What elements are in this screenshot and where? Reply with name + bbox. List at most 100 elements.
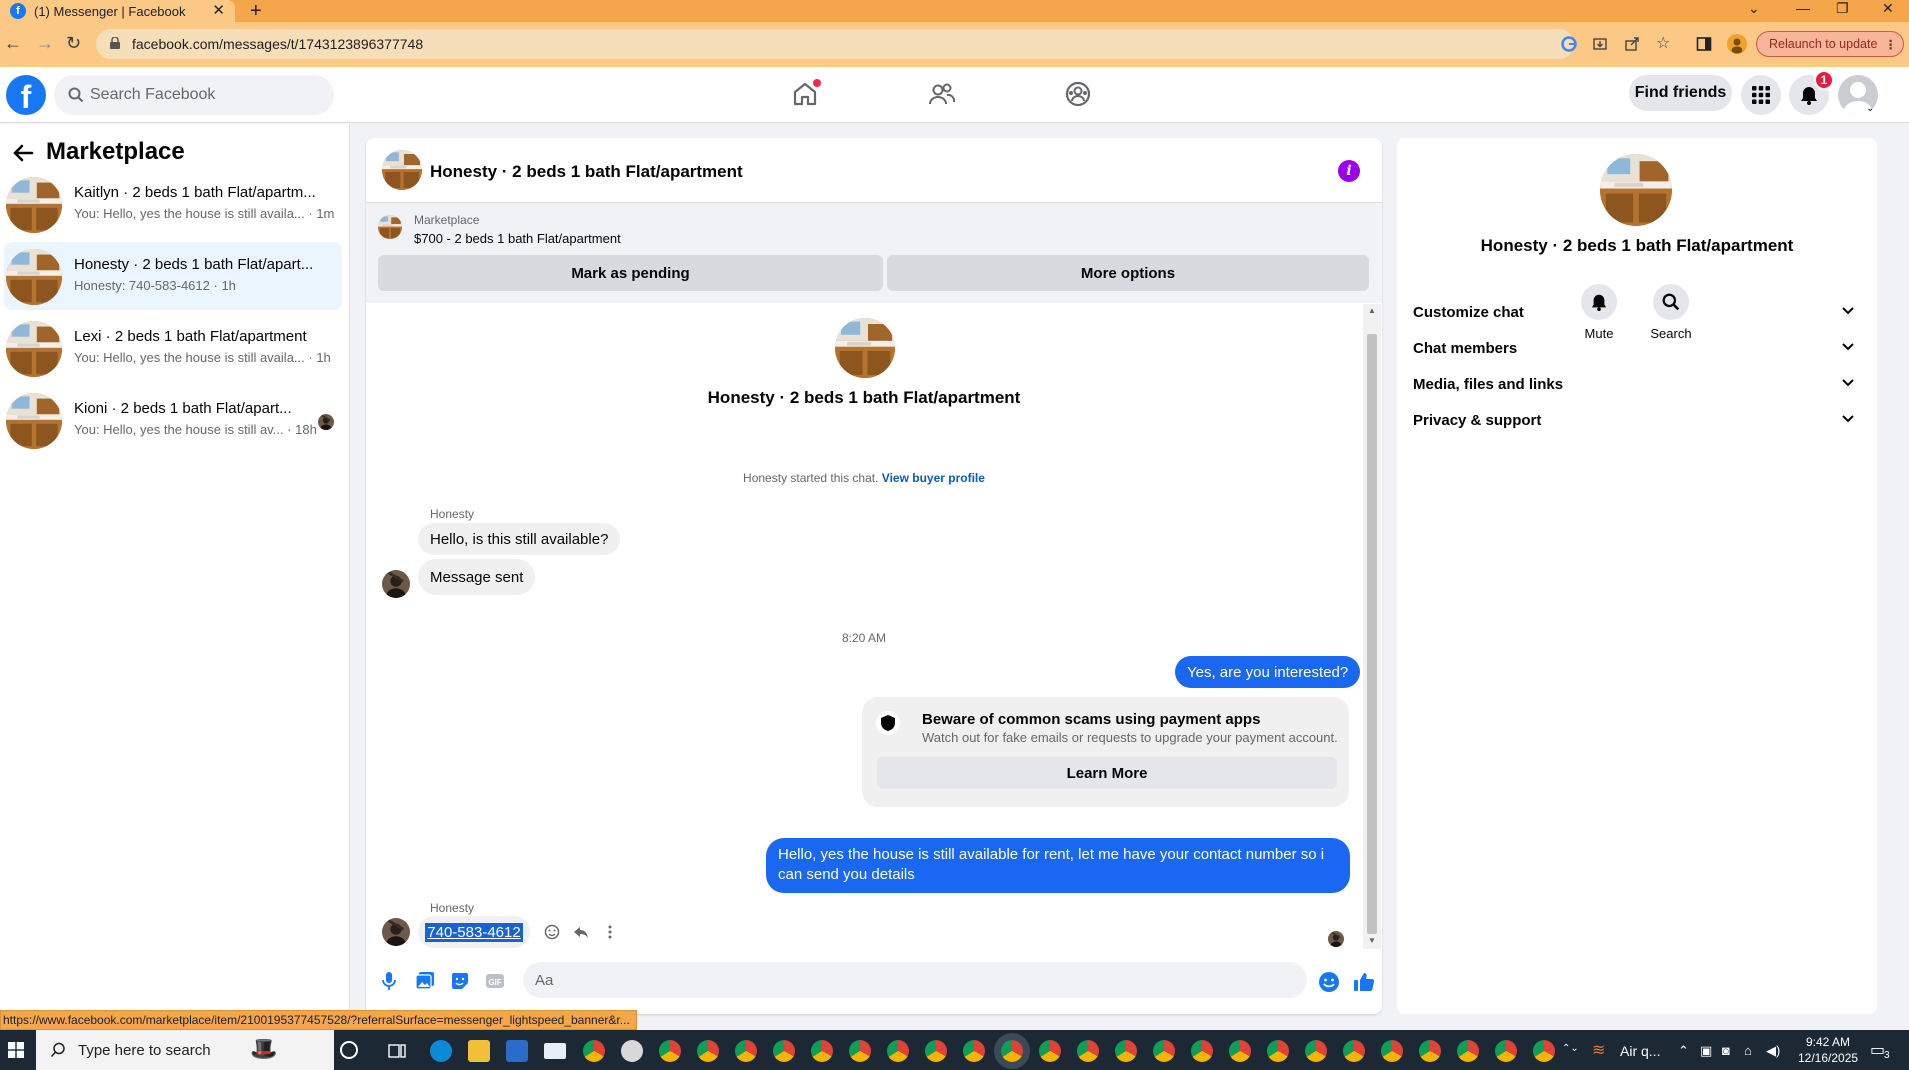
chrome-icon[interactable] — [963, 1040, 985, 1062]
chrome-icon[interactable] — [1419, 1040, 1441, 1062]
chrome-icon[interactable] — [1533, 1040, 1555, 1062]
cortana-icon[interactable] — [340, 1041, 358, 1059]
security-icon[interactable]: ◙ — [1722, 1043, 1730, 1058]
scrollbar-thumb[interactable] — [1367, 334, 1377, 934]
conversation-item[interactable]: Honesty · 2 beds 1 bath Flat/apart... Ho… — [4, 242, 342, 310]
chat-members-item[interactable]: Chat members — [1413, 330, 1863, 366]
bookmark-star-icon[interactable]: ☆ — [1656, 33, 1672, 52]
chrome-icon[interactable] — [1381, 1040, 1403, 1062]
outgoing-message[interactable]: Yes, are you interested? — [1175, 656, 1361, 688]
avatar[interactable] — [382, 570, 410, 598]
restore-icon[interactable]: ❐ — [1836, 0, 1849, 17]
outgoing-message[interactable]: Hello, yes the house is still available … — [766, 838, 1350, 893]
emoji-icon[interactable] — [1318, 971, 1340, 993]
chrome-icon-active[interactable] — [1001, 1040, 1023, 1062]
chrome-icon[interactable] — [1305, 1040, 1327, 1062]
chrome-icon[interactable] — [925, 1040, 947, 1062]
listing-price[interactable]: $700 - 2 beds 1 bath Flat/apartment — [414, 231, 621, 246]
chrome-icon[interactable] — [1229, 1040, 1251, 1062]
relaunch-button[interactable]: Relaunch to update ⋮ — [1756, 31, 1904, 57]
network-icon[interactable]: ⌂ — [1744, 1043, 1752, 1058]
weather-icon[interactable]: ≋ — [1592, 1040, 1605, 1060]
info-icon[interactable]: i — [1338, 160, 1360, 182]
sticker-icon[interactable] — [450, 971, 470, 991]
side-panel-icon[interactable] — [1696, 36, 1712, 52]
chrome-icon[interactable] — [659, 1040, 681, 1062]
react-emoji-icon[interactable] — [544, 924, 560, 940]
friends-icon[interactable] — [928, 80, 956, 108]
listing-thumbnail[interactable] — [378, 215, 402, 239]
chrome-icon[interactable] — [583, 1040, 605, 1062]
chrome-icon[interactable] — [1343, 1040, 1365, 1062]
phone-number-selected[interactable]: 740-583-4612 — [425, 922, 523, 942]
chevron-down-icon[interactable]: ⌄ — [1866, 103, 1874, 114]
chrome-icon[interactable] — [887, 1040, 909, 1062]
browser-profile-icon[interactable] — [1727, 34, 1747, 54]
share-icon[interactable] — [1624, 36, 1640, 52]
media-files-links-item[interactable]: Media, files and links — [1413, 366, 1863, 402]
chrome-icon[interactable] — [697, 1040, 719, 1062]
photo-icon[interactable] — [415, 971, 435, 991]
view-buyer-profile-link[interactable]: View buyer profile — [882, 471, 985, 485]
store-icon[interactable] — [506, 1040, 528, 1062]
edge-icon[interactable] — [430, 1040, 452, 1062]
reload-icon[interactable]: ↻ — [66, 33, 81, 54]
chrome-icon[interactable] — [1191, 1040, 1213, 1062]
listing-thumbnail[interactable] — [382, 150, 422, 190]
conversation-item[interactable]: Lexi · 2 beds 1 bath Flat/apartment You:… — [4, 314, 342, 382]
address-bar[interactable]: facebook.com/messages/t/1743123896377748 — [96, 29, 1574, 59]
facebook-logo-icon[interactable]: f — [6, 75, 46, 115]
chrome-icon[interactable] — [849, 1040, 871, 1062]
menu-grid-button[interactable] — [1741, 75, 1781, 115]
weather-text[interactable]: Air q... — [1620, 1043, 1660, 1059]
message-input[interactable]: Aa — [523, 962, 1307, 998]
forward-icon[interactable]: → — [36, 33, 54, 54]
chrome-icon[interactable] — [735, 1040, 757, 1062]
taskbar-scroll-icon[interactable]: ⌃⌄ — [1562, 1043, 1579, 1054]
notification-center-icon[interactable]: ▭ — [1870, 1040, 1885, 1060]
chrome-icon[interactable] — [773, 1040, 795, 1062]
back-arrow-icon[interactable] — [12, 142, 34, 164]
meet-now-icon[interactable]: ▣ — [1700, 1043, 1712, 1059]
chrome-icon[interactable] — [1039, 1040, 1061, 1062]
groups-icon[interactable] — [1064, 80, 1092, 108]
chrome-icon[interactable] — [811, 1040, 833, 1062]
minimize-icon[interactable]: — — [1796, 0, 1810, 16]
task-view-icon[interactable] — [386, 1040, 408, 1062]
clock-date[interactable]: 12/16/2025 — [1798, 1051, 1858, 1065]
chrome-icon[interactable] — [1267, 1040, 1289, 1062]
learn-more-button[interactable]: Learn More — [877, 757, 1337, 789]
tab-search-icon[interactable]: ⌄ — [1748, 0, 1760, 17]
conversation-item[interactable]: Kaitlyn · 2 beds 1 bath Flat/apartm... Y… — [4, 170, 342, 238]
chrome-icon[interactable] — [1495, 1040, 1517, 1062]
google-icon[interactable] — [1561, 36, 1577, 52]
like-thumb-icon[interactable] — [1353, 971, 1375, 993]
scroll-up-icon[interactable]: ▲ — [1368, 306, 1376, 315]
chrome-icon[interactable] — [1153, 1040, 1175, 1062]
browser-tab[interactable]: f (1) Messenger | Facebook ✕ — [0, 0, 235, 22]
avatar[interactable] — [382, 918, 410, 946]
customize-chat-item[interactable]: Customize chat — [1413, 294, 1863, 330]
mail-icon[interactable] — [544, 1043, 566, 1059]
chrome-icon[interactable] — [1457, 1040, 1479, 1062]
incoming-message[interactable]: 740-583-4612 — [418, 916, 530, 948]
chrome-icon[interactable] — [1077, 1040, 1099, 1062]
back-icon[interactable]: ← — [4, 33, 22, 54]
clock-time[interactable]: 9:42 AM — [1806, 1035, 1850, 1049]
taskbar-search-input[interactable]: Type here to search 🎩 — [36, 1030, 334, 1070]
incoming-message[interactable]: Message sent — [418, 559, 536, 595]
chat-title[interactable]: Honesty · 2 beds 1 bath Flat/apartment — [430, 162, 743, 182]
close-window-icon[interactable]: ✕ — [1882, 0, 1894, 17]
gif-icon[interactable]: GIF — [485, 971, 505, 991]
volume-icon[interactable]: ◀) — [1766, 1043, 1780, 1059]
microphone-icon[interactable] — [380, 971, 398, 991]
reply-icon[interactable] — [573, 924, 589, 940]
mark-as-pending-button[interactable]: Mark as pending — [378, 255, 883, 291]
privacy-support-item[interactable]: Privacy & support — [1413, 402, 1863, 438]
chrome-icon[interactable] — [1115, 1040, 1137, 1062]
install-icon[interactable] — [1592, 36, 1608, 52]
incoming-message[interactable]: Hello, is this still available? — [418, 523, 621, 555]
facebook-search-input[interactable]: Search Facebook — [54, 75, 334, 115]
app-icon[interactable] — [621, 1040, 643, 1062]
new-tab-icon[interactable]: + — [250, 0, 262, 23]
